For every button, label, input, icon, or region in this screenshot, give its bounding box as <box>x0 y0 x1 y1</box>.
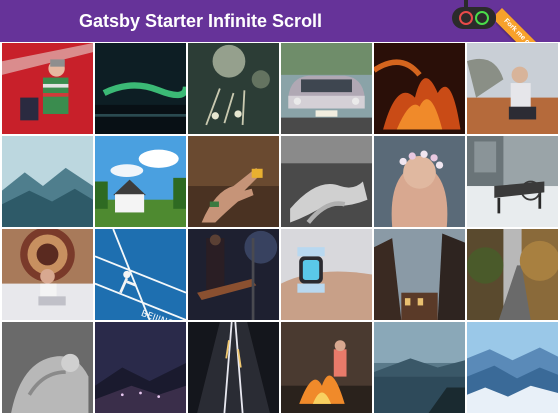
photo-tile[interactable] <box>188 322 279 413</box>
photo-forest-road <box>467 229 558 320</box>
photo-tile[interactable]: BEIJING <box>95 229 186 320</box>
photo-tile[interactable] <box>467 43 558 134</box>
photo-tile[interactable] <box>2 322 93 413</box>
photo-foggy-lake <box>374 322 465 413</box>
photo-hand-holding <box>188 136 279 227</box>
photo-smartwatch <box>281 229 372 320</box>
photo-tile[interactable] <box>467 136 558 227</box>
photo-tile[interactable] <box>95 322 186 413</box>
photo-tile[interactable] <box>188 136 279 227</box>
photo-bokeh-flowers <box>188 43 279 134</box>
photo-mountain-valley <box>2 136 93 227</box>
photo-tile[interactable] <box>467 229 558 320</box>
photo-dark-buildings <box>374 229 465 320</box>
toggle-switch-icon <box>452 0 496 29</box>
fork-me-link[interactable]: Fork me on GitHub <box>496 8 560 42</box>
photo-tile[interactable] <box>281 229 372 320</box>
photo-tile[interactable] <box>281 322 372 413</box>
photo-tile[interactable] <box>188 43 279 134</box>
photo-tile[interactable] <box>281 136 372 227</box>
photo-tile[interactable] <box>281 43 372 134</box>
photo-woman-laptop-bed <box>2 229 93 320</box>
fork-ribbon: Fork me on GitHub <box>496 0 560 42</box>
photo-campfire <box>281 322 372 413</box>
photo-tile[interactable] <box>374 322 465 413</box>
photo-highway-night <box>188 322 279 413</box>
photo-aurora-night <box>95 43 186 134</box>
photo-tile[interactable] <box>374 43 465 134</box>
photo-holding-hands <box>281 136 372 227</box>
photo-tennis-court: BEIJING <box>95 229 186 320</box>
photo-fire-flames <box>374 43 465 134</box>
photo-tile[interactable] <box>2 229 93 320</box>
photo-tile[interactable] <box>2 43 93 134</box>
photo-guitarist-stage <box>188 229 279 320</box>
photo-tile[interactable] <box>467 322 558 413</box>
photo-snowy-bench <box>467 136 558 227</box>
photo-vintage-car <box>281 43 372 134</box>
photo-night-city-hills <box>95 322 186 413</box>
photo-blue-mountains <box>467 322 558 413</box>
site-header: Gatsby Starter Infinite Scroll Fork me o… <box>0 0 560 42</box>
site-title[interactable]: Gatsby Starter Infinite Scroll <box>79 11 322 32</box>
photo-flower-crown <box>374 136 465 227</box>
photo-tile[interactable] <box>95 43 186 134</box>
photo-tile[interactable] <box>2 136 93 227</box>
photo-woman-crouching <box>467 43 558 134</box>
theme-toggle[interactable] <box>450 0 498 30</box>
photo-tile[interactable] <box>374 136 465 227</box>
photo-tile[interactable] <box>95 136 186 227</box>
photo-tile[interactable] <box>374 229 465 320</box>
photo-feet-bw <box>2 322 93 413</box>
photo-tile[interactable] <box>188 229 279 320</box>
photo-white-house <box>95 136 186 227</box>
photo-woman-red-wall <box>2 43 93 134</box>
